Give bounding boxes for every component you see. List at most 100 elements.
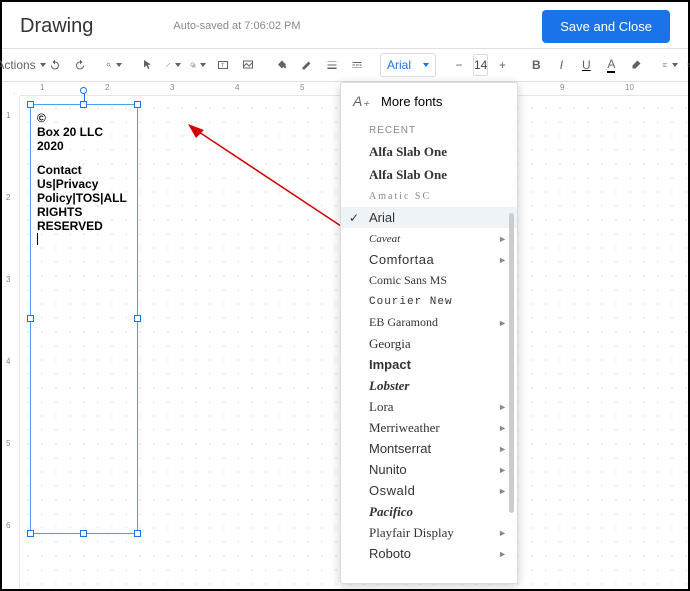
font-item-label: EB Garamond [369,315,438,330]
font-item[interactable]: Playfair Display► [341,522,517,543]
font-item[interactable]: Lobster [341,375,517,396]
font-item[interactable]: Lora► [341,396,517,417]
rotate-handle[interactable] [80,87,87,94]
undo-icon [49,59,61,71]
pencil-icon [301,59,313,71]
ruler-tick: 9 [560,83,564,92]
resize-handle-tl[interactable] [27,101,34,108]
font-item[interactable]: Amatic SC [341,186,517,207]
svg-text:T: T [221,63,224,69]
resize-handle-bl[interactable] [27,530,34,537]
textbox-line: Box 20 LLC 2020 [37,125,131,153]
annotation-arrow [188,124,353,234]
resize-handle-ml[interactable] [27,315,34,322]
image-tool-button[interactable] [237,53,259,77]
ruler-tick: 6 [6,521,10,530]
font-item[interactable]: Montserrat ► [341,438,517,459]
font-item[interactable]: Courier New [341,291,517,312]
font-item[interactable]: Impact [341,354,517,375]
resize-handle-mr[interactable] [134,315,141,322]
check-icon: ✓ [349,211,359,225]
font-item-label: Amatic SC [369,191,431,202]
font-item[interactable]: Merriweather► [341,417,517,438]
resize-handle-bm[interactable] [80,530,87,537]
ruler-tick: 1 [40,83,44,92]
dialog-header: Drawing Auto-saved at 7:06:02 PM Save an… [2,2,688,48]
font-item[interactable]: Comfortaa► [341,249,517,270]
resize-handle-br[interactable] [134,530,141,537]
redo-icon [74,59,86,71]
undo-button[interactable] [44,53,66,77]
underline-button[interactable]: U [575,53,597,77]
border-dash-button[interactable] [346,53,368,77]
font-item[interactable]: Comic Sans MS [341,270,517,291]
list-button[interactable]: 123 [684,53,690,77]
svg-text:3: 3 [688,66,689,68]
submenu-arrow-icon: ► [498,444,507,454]
border-weight-button[interactable] [321,53,343,77]
save-and-close-button[interactable]: Save and Close [542,10,670,43]
dash-icon [351,59,363,71]
resize-handle-tr[interactable] [134,101,141,108]
text-box-selected[interactable]: © Box 20 LLC 2020 Contact Us|Privacy Pol… [30,104,138,534]
more-fonts-item[interactable]: A₊ More fonts [341,83,517,119]
ruler-tick: 2 [6,193,10,202]
submenu-arrow-icon: ► [498,423,507,433]
caret-down-icon [672,63,678,67]
ruler-tick: 4 [6,357,10,366]
font-item[interactable]: EB Garamond► [341,312,517,333]
font-item-label: Georgia [369,336,411,352]
font-item-recent[interactable]: Alfa Slab One [341,163,517,186]
line-icon [165,59,171,71]
submenu-arrow-icon: ► [498,465,507,475]
paint-bucket-icon [276,59,288,71]
actions-label: Actions [0,58,36,72]
italic-button[interactable]: I [550,53,572,77]
autosave-status: Auto-saved at 7:06:02 PM [173,20,300,32]
textbox-line: Contact Us|Privacy Policy|TOS|ALL RIGHTS… [37,163,131,233]
ruler-tick: 5 [6,439,10,448]
line-tool-button[interactable] [162,53,184,77]
textbox-icon: T [217,59,229,71]
redo-button[interactable] [69,53,91,77]
bold-button[interactable]: B [525,53,547,77]
dropdown-scrollbar[interactable] [509,213,514,513]
font-item[interactable]: ✓ Arial [341,207,517,228]
font-family-select[interactable]: Arial [380,53,436,77]
font-size-decrease-button[interactable]: − [448,53,470,77]
font-item-label: Caveat [369,233,400,245]
font-item-label: Arial [369,210,395,225]
font-item-recent[interactable]: Alfa Slab One [341,140,517,163]
font-item[interactable]: Roboto► [341,543,517,564]
shape-tool-button[interactable] [187,53,209,77]
font-size-increase-button[interactable]: + [491,53,513,77]
textbox-tool-button[interactable]: T [212,53,234,77]
actions-menu-button[interactable]: Actions [10,53,32,77]
font-item-label: Pacifico [369,504,413,520]
align-button[interactable] [659,53,681,77]
font-item-label: Roboto [369,546,411,561]
fill-color-button[interactable] [271,53,293,77]
text-color-button[interactable]: A [600,53,622,77]
font-item-label: Oswald [369,483,415,498]
font-size-input[interactable]: 14 [473,54,488,76]
font-item[interactable]: Pacifico [341,501,517,522]
dialog-title: Drawing [20,15,93,38]
highlight-color-button[interactable] [625,53,647,77]
ruler-tick: 10 [625,83,634,92]
font-item-label: Impact [369,357,411,372]
font-item-label: Montserrat [369,441,431,456]
font-item-label: Comfortaa [369,252,434,267]
font-item[interactable]: Georgia [341,333,517,354]
font-item[interactable]: Oswald ► [341,480,517,501]
ruler-tick: 3 [6,275,10,284]
border-color-button[interactable] [296,53,318,77]
submenu-arrow-icon: ► [498,486,507,496]
font-item[interactable]: Caveat► [341,228,517,249]
resize-handle-tm[interactable] [80,101,87,108]
recent-header: RECENT [341,119,517,140]
select-tool-button[interactable] [137,53,159,77]
font-item[interactable]: Nunito► [341,459,517,480]
toolbar: Actions T Arial [2,48,688,82]
zoom-button[interactable] [103,53,125,77]
